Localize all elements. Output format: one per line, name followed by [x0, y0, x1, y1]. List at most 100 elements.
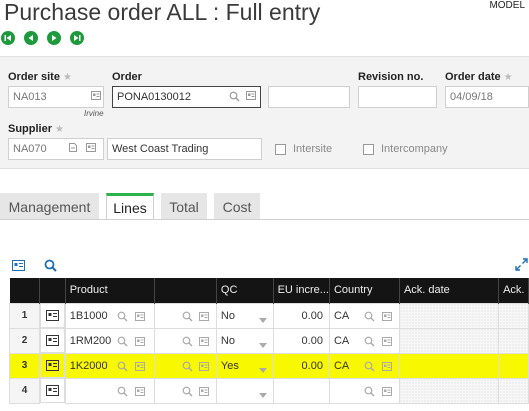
revision-field[interactable]: [358, 86, 437, 108]
row-number: 3: [8, 352, 41, 379]
card-icon[interactable]: [86, 143, 96, 152]
search-icon[interactable]: [117, 361, 128, 375]
country-cell[interactable]: CA: [328, 352, 400, 379]
card-icon[interactable]: [381, 361, 392, 374]
blank-cell[interactable]: [154, 302, 217, 329]
search-icon[interactable]: [364, 386, 375, 400]
previous-record-button[interactable]: [24, 31, 38, 45]
search-icon[interactable]: [182, 386, 193, 400]
intercompany-checkbox[interactable]: [363, 144, 374, 155]
country-cell[interactable]: CA: [328, 302, 400, 329]
country-cell[interactable]: CA: [328, 327, 400, 354]
table-row[interactable]: 4: [8, 377, 529, 404]
search-icon[interactable]: [117, 336, 128, 350]
row-detail-button[interactable]: [40, 378, 65, 403]
chevron-down-icon[interactable]: [258, 339, 267, 351]
next-record-button[interactable]: [47, 31, 61, 45]
search-icon[interactable]: [364, 336, 375, 350]
search-icon[interactable]: [182, 361, 193, 375]
eu-increment-cell[interactable]: 0.00: [272, 352, 330, 379]
row-detail-icon: [45, 360, 59, 371]
supplier-field[interactable]: NA070: [8, 138, 104, 160]
product-value: 1B1000: [69, 309, 108, 322]
country-cell[interactable]: [328, 377, 400, 404]
card-icon[interactable]: [381, 311, 392, 324]
card-icon[interactable]: [134, 361, 145, 374]
blank-cell[interactable]: [154, 377, 217, 404]
qc-cell[interactable]: No: [215, 302, 274, 329]
search-icon[interactable]: [117, 386, 128, 400]
card-icon[interactable]: [199, 361, 210, 374]
table-row[interactable]: 3 1K2000 Yes 0.00 CA: [8, 352, 529, 379]
card-icon[interactable]: [199, 336, 210, 349]
qc-cell[interactable]: No: [215, 327, 274, 354]
col-header-ack-date[interactable]: Ack. date: [399, 278, 500, 303]
ack-date-cell: [398, 377, 500, 404]
card-icon[interactable]: [199, 311, 210, 324]
product-cell[interactable]: 1RM200: [64, 327, 156, 354]
table-row[interactable]: 1 1B1000 No 0.00 CA: [8, 302, 529, 329]
card-icon[interactable]: [381, 336, 392, 349]
ack-date-cell: [398, 302, 500, 329]
col-header-blank: [154, 278, 217, 303]
search-icon[interactable]: [229, 91, 240, 102]
intersite-label: Intersite: [293, 143, 333, 155]
row-detail-button[interactable]: [40, 303, 65, 328]
qc-cell[interactable]: Yes: [215, 352, 274, 379]
col-header-country[interactable]: Country: [329, 278, 400, 303]
card-icon[interactable]: [134, 386, 145, 399]
row-number: 1: [8, 302, 41, 329]
intercompany-label: Intercompany: [381, 143, 448, 155]
grid-list-icon[interactable]: [12, 260, 25, 271]
tab-management[interactable]: Management: [0, 193, 99, 220]
col-header-qc[interactable]: QC: [216, 278, 274, 303]
card-icon[interactable]: [381, 386, 392, 399]
document-icon[interactable]: [68, 143, 78, 152]
product-cell[interactable]: 1B1000: [64, 302, 156, 329]
col-header-ack[interactable]: Ack.: [498, 278, 529, 303]
chevron-down-icon[interactable]: [258, 364, 267, 376]
expand-icon[interactable]: [515, 258, 528, 271]
search-icon[interactable]: [182, 336, 193, 350]
table-row[interactable]: 2 1RM200 No 0.00 CA: [8, 327, 529, 354]
card-icon[interactable]: [91, 91, 101, 100]
first-icon: [4, 35, 11, 41]
search-icon[interactable]: [117, 311, 128, 325]
ack-cell: [498, 327, 529, 354]
first-record-button[interactable]: [1, 31, 15, 45]
order-field[interactable]: PONA0130012: [112, 86, 261, 108]
search-icon[interactable]: [364, 311, 375, 325]
eu-increment-cell[interactable]: 0.00: [272, 302, 330, 329]
chevron-down-icon[interactable]: [258, 314, 267, 326]
product-cell[interactable]: [64, 377, 156, 404]
last-record-button[interactable]: [70, 31, 84, 45]
tab-cost[interactable]: Cost: [214, 193, 260, 220]
chevron-down-icon[interactable]: [258, 389, 267, 401]
qc-cell[interactable]: [215, 377, 274, 404]
blank-cell[interactable]: [154, 352, 217, 379]
card-icon[interactable]: [199, 386, 210, 399]
row-detail-button[interactable]: [40, 328, 65, 353]
grid-search-icon[interactable]: [44, 259, 57, 272]
ack-date-cell: [398, 352, 500, 379]
eu-increment-cell[interactable]: 0.00: [272, 327, 330, 354]
product-cell[interactable]: 1K2000: [64, 352, 156, 379]
intersite-checkbox[interactable]: [275, 144, 286, 155]
order-extra-field[interactable]: [268, 86, 350, 108]
order-date-field[interactable]: 04/09/18: [445, 86, 529, 108]
row-number: 2: [8, 327, 41, 354]
blank-cell[interactable]: [154, 327, 217, 354]
search-icon[interactable]: [182, 311, 193, 325]
row-detail-button[interactable]: [40, 353, 65, 378]
card-icon[interactable]: [246, 91, 256, 100]
search-icon[interactable]: [364, 361, 375, 375]
col-header-product[interactable]: Product: [65, 278, 156, 303]
country-value: CA: [333, 334, 350, 347]
card-icon[interactable]: [134, 311, 145, 324]
eu-increment-cell[interactable]: [272, 377, 330, 404]
card-icon[interactable]: [134, 336, 145, 349]
tab-lines[interactable]: Lines: [106, 193, 154, 220]
tab-total[interactable]: Total: [161, 193, 207, 220]
order-site-field[interactable]: NA013: [8, 86, 104, 108]
col-header-eu-increment[interactable]: EU incre...: [273, 278, 330, 303]
